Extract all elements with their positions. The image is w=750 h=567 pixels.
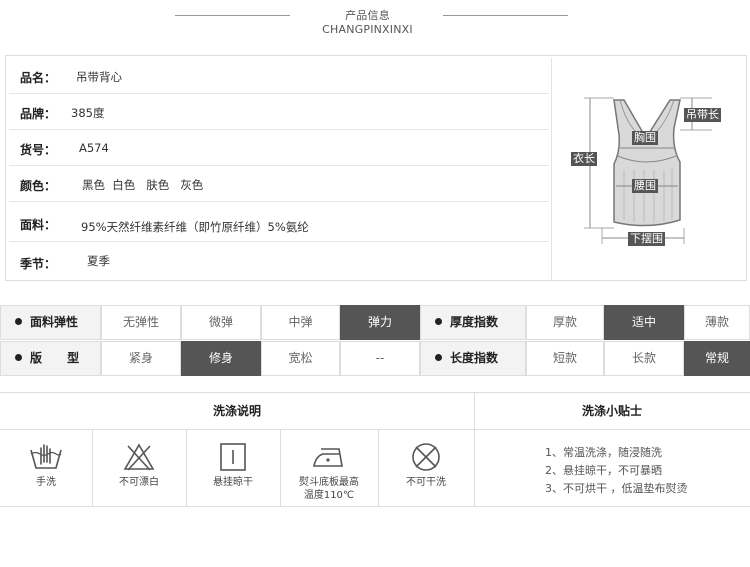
info-key: 面料： xyxy=(20,218,57,232)
info-value: A574 xyxy=(79,141,109,155)
elasticity-option-selected: 弹力 xyxy=(340,305,420,340)
waist-label: 腰围 xyxy=(632,179,658,193)
fit-option: 紧身 xyxy=(101,341,181,376)
chest-label: 胸围 xyxy=(632,131,658,145)
wash-item-hand-wash: 手洗 xyxy=(0,430,92,506)
wash-label: 温度110℃ xyxy=(303,490,355,501)
length-option-selected: 常规 xyxy=(684,341,750,376)
header-divider-right xyxy=(443,15,568,16)
info-value: 95%天然纤维素纤维（即竹原纤维）5%氨纶 xyxy=(81,220,309,234)
section-header: 产品信息CHANGPINXINXI xyxy=(0,0,750,36)
wash-item-hang-dry: 悬挂晾干 xyxy=(186,430,280,506)
wash-title: 洗涤说明 xyxy=(0,392,474,430)
strap-length-label: 吊带长 xyxy=(684,108,721,122)
section-title: 产品信息CHANGPINXINXI xyxy=(322,9,413,36)
info-value: 黑色 白色 肤色 灰色 xyxy=(82,178,204,192)
info-row-name: 品名： 吊带背心 xyxy=(9,58,549,94)
wash-tips: 1、常温洗涤，随浸随洗 2、悬挂晾干，不可暴晒 3、不可烘干 ，低温垫布熨烫 xyxy=(545,444,688,498)
header-divider-left xyxy=(175,15,290,16)
hem-label: 下摆围 xyxy=(628,232,665,246)
elasticity-option: 无弹性 xyxy=(101,305,181,340)
bullet-icon xyxy=(435,318,442,325)
info-value: 吊带背心 xyxy=(76,70,122,84)
wash-label: 手洗 xyxy=(36,477,56,488)
tips-title: 洗涤小贴士 xyxy=(474,392,750,430)
fit-label: 版 型 xyxy=(0,341,101,376)
tip-line: 2、悬挂晾干，不可暴晒 xyxy=(545,464,662,477)
wash-item-iron: 熨斗底板最高 温度110℃ xyxy=(280,430,378,506)
garment-size-diagram: 吊带长 胸围 衣长 腰围 下摆围 xyxy=(562,70,732,260)
info-row-brand: 品牌： 385度 xyxy=(9,94,549,130)
elasticity-option: 中弹 xyxy=(261,305,340,340)
length-option: 长款 xyxy=(604,341,684,376)
wash-divider xyxy=(474,392,475,506)
elasticity-option: 微弹 xyxy=(181,305,261,340)
tip-line: 3、不可烘干 ，低温垫布熨烫 xyxy=(545,482,688,495)
elasticity-label: 面料弹性 xyxy=(0,305,101,340)
info-value: 385度 xyxy=(71,106,105,120)
thickness-option: 薄款 xyxy=(684,305,750,340)
info-key: 颜色： xyxy=(20,179,57,193)
wash-label: 悬挂晾干 xyxy=(213,477,253,488)
no-dry-clean-icon xyxy=(412,443,440,471)
info-row-sku: 货号： A574 xyxy=(9,130,549,166)
length-index-label: 长度指数 xyxy=(420,341,526,376)
info-key: 季节： xyxy=(20,257,57,271)
length-label: 衣长 xyxy=(571,152,597,166)
bullet-icon xyxy=(435,354,442,361)
wash-item-no-dry-clean: 不可干洗 xyxy=(378,430,474,506)
info-key: 品牌： xyxy=(20,107,57,121)
info-row-color: 颜色： 黑色 白色 肤色 灰色 xyxy=(9,166,549,202)
attribute-table: 面料弹性 无弹性 微弹 中弹 弹力 厚度指数 厚款 适中 薄款 版 型 紧身 修… xyxy=(0,305,750,377)
info-value: 夏季 xyxy=(87,254,110,268)
info-key: 品名： xyxy=(20,71,57,85)
info-divider xyxy=(551,58,552,280)
thickness-label: 厚度指数 xyxy=(420,305,526,340)
wash-label: 熨斗底板最高 xyxy=(299,477,359,488)
info-row-fabric: 面料： 95%天然纤维素纤维（即竹原纤维）5%氨纶 xyxy=(9,204,549,242)
thickness-option: 厚款 xyxy=(526,305,604,340)
thickness-option-selected: 适中 xyxy=(604,305,684,340)
wash-bottom-border xyxy=(0,506,750,507)
length-option: 短款 xyxy=(526,341,604,376)
iron-icon xyxy=(313,448,343,467)
fit-option-selected: 修身 xyxy=(181,341,261,376)
tip-line: 1、常温洗涤，随浸随洗 xyxy=(545,446,662,459)
wash-label: 不可漂白 xyxy=(119,477,159,488)
bullet-icon xyxy=(15,318,22,325)
hang-dry-icon xyxy=(220,443,246,471)
no-bleach-icon xyxy=(123,443,155,471)
wash-item-no-bleach: 不可漂白 xyxy=(92,430,186,506)
bullet-icon xyxy=(15,354,22,361)
fit-option: -- xyxy=(340,341,420,376)
wash-label: 不可干洗 xyxy=(406,477,446,488)
wash-section: 洗涤说明 洗涤小贴士 手洗 不可漂白 悬挂晾干 熨斗底板最高 温度110℃ 不可… xyxy=(0,392,750,508)
info-row-season: 季节： 夏季 xyxy=(9,244,549,280)
info-key: 货号： xyxy=(20,143,57,157)
hand-wash-icon xyxy=(30,444,62,469)
fit-option: 宽松 xyxy=(261,341,340,376)
